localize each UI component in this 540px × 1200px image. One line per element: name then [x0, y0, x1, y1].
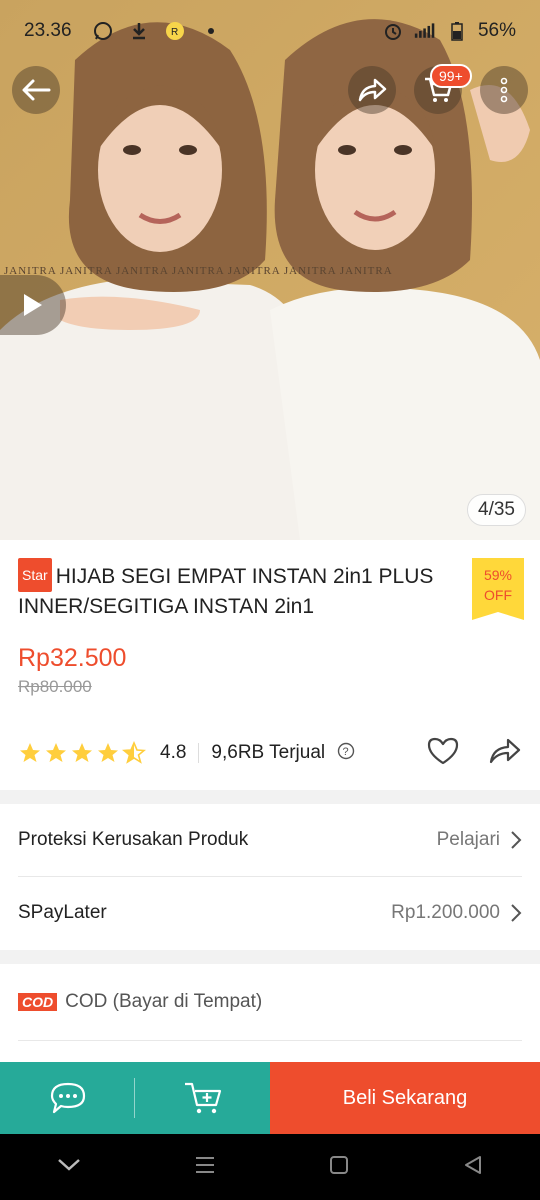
- product-info: Star HIJAB SEGI EMPAT INSTAN 2in1 PLUS IN…: [0, 540, 540, 773]
- star-icon: [72, 743, 92, 762]
- alarm-icon: [382, 20, 404, 42]
- square-home-icon: [330, 1155, 348, 1174]
- original-price: Rp80.000: [18, 677, 92, 696]
- product-image-carousel[interactable]: JANITRA JANITRA JANITRA JANITRA JANITRA …: [0, 0, 540, 540]
- system-back-button[interactable]: [462, 1154, 484, 1181]
- rating-row: 4.8 9,6RB Terjual ?: [18, 733, 522, 773]
- divider: [198, 743, 200, 763]
- back-button[interactable]: [12, 66, 60, 114]
- play-icon: [24, 294, 42, 316]
- product-price: Rp32.500: [18, 644, 127, 672]
- chat-icon: [50, 1082, 85, 1114]
- app-notification-icon: R: [164, 20, 186, 42]
- signal-icon: [414, 20, 436, 42]
- chevron-down-icon: [58, 1158, 80, 1171]
- hide-nav-button[interactable]: [56, 1157, 82, 1178]
- section-separator: [0, 950, 540, 964]
- divider: [18, 1040, 522, 1041]
- discount-badge: 59% OFF: [472, 558, 524, 620]
- rating-value: 4.8: [160, 742, 187, 763]
- chevron-right-icon: [511, 904, 522, 922]
- product-page: JANITRA JANITRA JANITRA JANITRA JANITRA …: [0, 0, 540, 1200]
- like-button[interactable]: [426, 736, 460, 771]
- image-counter: 4/35: [467, 494, 526, 526]
- more-options-button[interactable]: [480, 66, 528, 114]
- system-navigation-bar: [0, 1134, 540, 1200]
- home-button[interactable]: [328, 1154, 350, 1181]
- svg-text:?: ?: [343, 746, 349, 758]
- spaylater-value: Rp1.200.000: [391, 902, 500, 923]
- product-title-block: Star HIJAB SEGI EMPAT INSTAN 2in1 PLUS IN…: [18, 558, 442, 622]
- share-product-button[interactable]: [488, 736, 522, 771]
- cart-count-badge: 99+: [430, 64, 472, 88]
- spaylater-row[interactable]: SPayLater Rp1.200.000: [18, 877, 522, 949]
- star-seller-badge: Star: [18, 558, 52, 592]
- status-time: 23.36: [24, 20, 72, 41]
- svg-text:JANITRA JANITRA JANITRA JANITR: JANITRA JANITRA JANITRA JANITRA JANITRA …: [4, 265, 393, 277]
- whatsapp-icon: [92, 20, 114, 42]
- share-icon: [358, 78, 387, 102]
- arrow-left-icon: [22, 79, 51, 101]
- discount-label: OFF: [484, 587, 512, 603]
- protection-action: Pelajari: [436, 829, 500, 850]
- more-notifications-dot-icon: [200, 20, 222, 42]
- share-icon: [489, 738, 521, 763]
- star-icon: [98, 743, 118, 762]
- star-icon: [46, 743, 66, 762]
- chevron-right-icon: [511, 831, 522, 849]
- protection-row[interactable]: Proteksi Kerusakan Produk Pelajari: [18, 804, 522, 876]
- section-separator: [0, 790, 540, 804]
- discount-percent: 59%: [483, 567, 513, 583]
- status-bar: 23.36 R 56%: [0, 0, 540, 62]
- chat-button[interactable]: [0, 1062, 135, 1134]
- battery-icon: [446, 20, 468, 42]
- cod-row: COD COD (Bayar di Tempat): [18, 966, 522, 1038]
- add-to-cart-button[interactable]: [135, 1062, 270, 1134]
- product-title: HIJAB SEGI EMPAT INSTAN 2in1 PLUS INNER/…: [18, 565, 434, 618]
- kebab-menu-icon: [500, 77, 508, 103]
- heart-icon: [427, 737, 459, 764]
- cod-badge: COD: [18, 993, 58, 1011]
- question-circle-icon[interactable]: ?: [337, 742, 355, 765]
- rating-stars: [18, 741, 146, 765]
- star-half-icon: [122, 741, 146, 764]
- protection-label: Proteksi Kerusakan Produk: [18, 829, 249, 850]
- play-video-button[interactable]: [0, 275, 66, 335]
- triangle-back-icon: [465, 1155, 481, 1174]
- download-icon: [128, 20, 150, 42]
- share-button[interactable]: [348, 66, 396, 114]
- star-icon: [20, 743, 40, 762]
- menu-lines-icon: [196, 1156, 214, 1173]
- buy-now-button[interactable]: Beli Sekarang: [270, 1062, 540, 1134]
- spaylater-label: SPayLater: [18, 902, 107, 923]
- recent-apps-button[interactable]: [194, 1155, 216, 1180]
- battery-percent: 56%: [477, 20, 516, 41]
- bottom-action-bar: Beli Sekarang: [0, 1062, 540, 1134]
- svg-text:R: R: [171, 27, 178, 38]
- cart-plus-icon: [184, 1082, 221, 1114]
- sold-count: 9,6RB Terjual: [211, 742, 326, 763]
- cod-label: COD (Bayar di Tempat): [65, 991, 263, 1012]
